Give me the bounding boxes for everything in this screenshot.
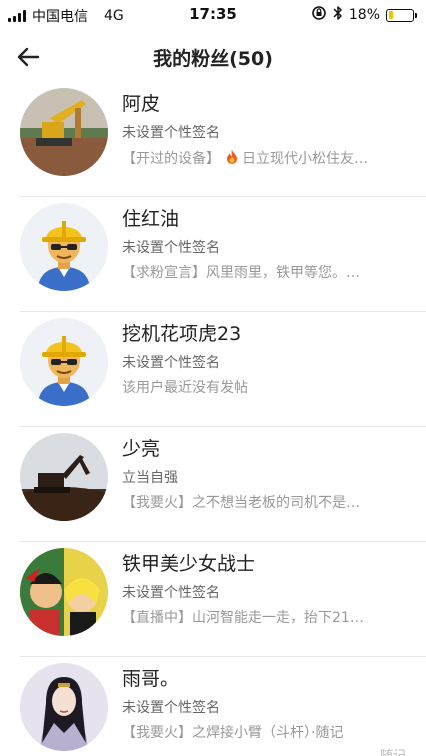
post-text: 之焊接小臂（斗杆）·随记 [192,725,344,741]
post-text: 日立现代小松住友… [242,151,368,167]
avatar[interactable] [20,88,108,176]
fan-name: 少亮 [122,438,161,460]
avatar[interactable] [20,663,108,751]
fan-info: 铁甲美少女战士 未设置个性签名 【直播中】山河智能走一走，抬下21… [122,552,410,627]
fan-signature: 立当自强 [122,470,178,486]
fan-row[interactable]: 阿皮 未设置个性签名 【开过的设备】 日立现代小松住友… [0,82,426,197]
fan-info: 住红油 未设置个性签名 【求粉宣言】风里雨里，铁甲等您。… [122,207,410,282]
fan-row[interactable]: 住红油 未设置个性签名 【求粉宣言】风里雨里，铁甲等您。… [0,197,426,312]
fan-name: 住红油 [122,208,180,230]
fan-signature: 未设置个性签名 [122,700,220,716]
post-tag: 【开过的设备】 [122,151,220,167]
post-text: 山河智能走一走，抬下21… [192,610,364,626]
status-right: 18% [311,5,417,25]
post-tag: 【我要火】 [122,495,192,511]
battery-percent: 18% [348,7,380,23]
fan-name: 铁甲美少女战士 [122,553,256,575]
fan-name: 雨哥。 [122,668,180,690]
bluetooth-icon [333,5,343,25]
fan-row[interactable]: 铁甲美少女战士 未设置个性签名 【直播中】山河智能走一走，抬下21… [0,542,426,657]
avatar[interactable] [20,203,108,291]
fan-signature: 未设置个性签名 [122,125,220,141]
fan-latest-post: 【我要火】之焊接小臂（斗杆）·随记 [122,724,410,742]
post-tag: 【求粉宣言】 [122,265,206,281]
fan-name: 阿皮 [122,93,161,115]
avatar[interactable] [20,318,108,406]
fan-latest-post: 【求粉宣言】风里雨里，铁甲等您。… [122,264,410,282]
fan-latest-post: 【我要火】之不想当老板的司机不是… [122,494,410,512]
battery-icon [386,8,417,22]
post-text: 该用户最近没有发帖 [122,380,248,396]
fan-row[interactable]: 少亮 立当自强 【我要火】之不想当老板的司机不是… [0,427,426,542]
page-title: 我的粉丝(50) [153,48,273,70]
post-text: 之不想当老板的司机不是… [192,495,360,511]
fan-signature: 未设置个性签名 [122,355,220,371]
post-tag: 【直播中】 [122,610,192,626]
post-text: 风里雨里，铁甲等您。… [206,265,360,281]
fan-row[interactable]: 雨哥。 未设置个性签名 【我要火】之焊接小臂（斗杆）·随记 随记 [0,657,426,756]
fire-icon [224,149,240,165]
fan-latest-post: 【开过的设备】 日立现代小松住友… [122,149,410,168]
fan-info: 阿皮 未设置个性签名 【开过的设备】 日立现代小松住友… [122,92,410,168]
fan-latest-post: 【直播中】山河智能走一走，抬下21… [122,609,410,627]
fan-signature: 未设置个性签名 [122,585,220,601]
fan-row[interactable]: 挖机花项虎23 未设置个性签名 该用户最近没有发帖 [0,312,426,427]
fan-info: 雨哥。 未设置个性签名 【我要火】之焊接小臂（斗杆）·随记 [122,667,410,742]
fan-list: 阿皮 未设置个性签名 【开过的设备】 日立现代小松住友… 住红油 未设置个性签名… [0,82,426,756]
fan-name: 挖机花项虎23 [122,323,242,345]
fan-latest-post: 该用户最近没有发帖 [122,379,410,397]
orientation-lock-icon [311,5,327,25]
nav-bar: 我的粉丝(50) [0,34,426,78]
fan-signature: 未设置个性签名 [122,240,220,256]
battery-level [388,11,393,19]
avatar[interactable] [20,433,108,521]
avatar[interactable] [20,548,108,636]
fan-info: 挖机花项虎23 未设置个性签名 该用户最近没有发帖 [122,322,410,397]
watermark: 随记 [380,745,406,756]
status-bar: 中国电信 4G 17:35 18% [0,0,426,28]
post-tag: 【我要火】 [122,725,192,741]
fan-info: 少亮 立当自强 【我要火】之不想当老板的司机不是… [122,437,410,512]
